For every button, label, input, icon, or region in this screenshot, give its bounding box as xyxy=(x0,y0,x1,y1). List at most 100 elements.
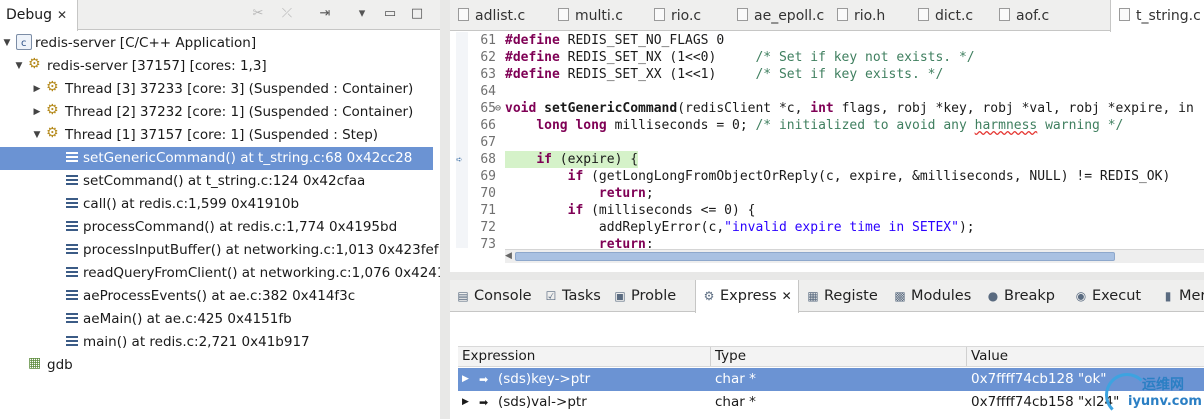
expand-toggle-icon[interactable]: ▶ xyxy=(462,368,469,391)
code-text: addReplyError(c,"invalid expire time in … xyxy=(505,220,975,235)
stack-frame-item[interactable]: setCommand() at t_string.c:124 0x42cfaa xyxy=(0,170,433,193)
column-expression[interactable]: Expression xyxy=(458,347,711,366)
editor-tab[interactable]: t_string.c xyxy=(1110,0,1204,32)
tab-express[interactable]: ⚙ Express ✕ xyxy=(695,280,799,313)
minimize-icon[interactable]: ▭ xyxy=(380,6,400,24)
expand-toggle-icon[interactable]: ▼ xyxy=(30,124,44,147)
stack-frame-item[interactable]: readQueryFromClient() at networking.c:1,… xyxy=(0,262,440,285)
tree-item[interactable]: ▶ Thread [2] 37232 [core: 1] (Suspended :… xyxy=(0,99,433,124)
horizontal-scrollbar[interactable]: ◀ xyxy=(505,249,1204,263)
tree-item-label: processCommand() at redis.c:1,774 0x4195… xyxy=(83,219,398,235)
tab-breakp[interactable]: ● Breakp xyxy=(980,280,1061,312)
code-line[interactable]: 73 return; xyxy=(450,236,1204,248)
editor-tab[interactable]: multi.c xyxy=(550,0,629,31)
tree-item[interactable]: ▶ Thread [3] 37233 [core: 3] (Suspended :… xyxy=(0,76,433,101)
tab-registe[interactable]: ▦ Registe xyxy=(800,280,884,312)
code-line[interactable]: 72 addReplyError(c,"invalid expire time … xyxy=(450,219,1204,236)
view-sash[interactable] xyxy=(440,0,450,419)
code-line[interactable]: 71 if (milliseconds <= 0) { xyxy=(450,202,1204,219)
expand-toggle-icon[interactable]: ▶ xyxy=(30,78,44,101)
tree-item[interactable]: ▼ Thread [1] 37157 [core: 1] (Suspended :… xyxy=(0,122,433,147)
stack-frame-item[interactable]: main() at redis.c:2,721 0x41b917 xyxy=(0,331,433,354)
gdb-icon xyxy=(28,352,44,375)
current-line[interactable]: 68 if (expire) {➪ xyxy=(450,151,1204,168)
stack-frame-item[interactable]: call() at redis.c:1,599 0x41910b xyxy=(0,193,433,216)
stack-frame-item[interactable]: setGenericCommand() at t_string.c:68 0x4… xyxy=(0,147,433,170)
code-line[interactable]: 65 void setGenericCommand(redisClient *c,… xyxy=(450,100,1204,117)
expand-toggle-icon[interactable]: ▶ xyxy=(30,101,44,124)
expressions-header: Expression Type Value xyxy=(458,346,1204,367)
column-type[interactable]: Type xyxy=(711,347,967,366)
tab-tasks[interactable]: ☑ Tasks xyxy=(538,280,607,312)
step-into-icon[interactable]: ⇥ xyxy=(315,6,335,24)
variable-icon: ➡ xyxy=(479,373,489,386)
code-line[interactable]: 63 #define REDIS_SET_XX (1<<1) /* Set if … xyxy=(450,66,1204,83)
stack-frame-icon xyxy=(64,241,80,257)
line-number: 71 xyxy=(480,203,496,218)
code-text: long long milliseconds = 0; /* initializ… xyxy=(536,118,1124,133)
code-line[interactable]: 69 if (getLongLongFromObjectOrReply(c, e… xyxy=(450,168,1204,185)
tree-item-process[interactable]: ▼ redis-server [37157] [cores: 1,3] xyxy=(0,53,433,78)
variable-icon: ➡ xyxy=(479,396,489,409)
stack-frame-item[interactable]: processInputBuffer() at networking.c:1,0… xyxy=(0,239,439,262)
tree-item-label: call() at redis.c:1,599 0x41910b xyxy=(83,196,300,212)
memory-icon: ▮ xyxy=(1164,289,1172,303)
expression-row[interactable]: ▶ ➡ (sds)val->ptr char * 0x7ffff74cb158 "xl2… xyxy=(458,391,1204,414)
code-line[interactable]: 64 xyxy=(450,83,1204,100)
line-number: 67 xyxy=(480,135,496,150)
code-text: return; xyxy=(598,237,654,248)
editor-tab[interactable]: ae_epoll.c xyxy=(729,0,830,31)
value-cell: 0x7ffff74cb128 "ok" xyxy=(971,371,1107,387)
tree-item-label: main() at redis.c:2,721 0x41b917 xyxy=(83,334,310,350)
code-line[interactable]: 70 return; xyxy=(450,185,1204,202)
maximize-icon[interactable]: □ xyxy=(407,6,427,24)
code-line[interactable]: 62 #define REDIS_SET_NX (1<<0) /* Set if … xyxy=(450,49,1204,66)
code-line[interactable]: 66 long long milliseconds = 0; /* initia… xyxy=(450,117,1204,134)
instruction-pointer-icon: ➪ xyxy=(456,153,463,166)
expand-toggle-icon[interactable]: ▼ xyxy=(0,32,14,55)
tab-label: Express xyxy=(720,288,777,304)
tab-console[interactable]: ▤ Console xyxy=(450,280,538,312)
tab-execut[interactable]: ◉ Execut xyxy=(1068,280,1147,312)
code-area[interactable]: 61 #define REDIS_SET_NO_FLAGS 0 62 #define … xyxy=(450,32,1204,248)
editor-tab[interactable]: aof.c xyxy=(991,0,1055,31)
code-line[interactable]: 67 xyxy=(450,134,1204,151)
expand-toggle-icon[interactable]: ▶ xyxy=(462,391,469,414)
executables-icon: ◉ xyxy=(1075,289,1087,303)
fold-icon[interactable]: ⊖ xyxy=(495,100,501,117)
stack-frame-item[interactable]: processCommand() at redis.c:1,774 0x4195… xyxy=(0,216,433,239)
disconnect-icon[interactable]: ✂ xyxy=(248,6,268,24)
scroll-left-icon[interactable]: ◀ xyxy=(505,251,515,261)
c-file-icon xyxy=(837,8,848,21)
editor-tab[interactable]: rio.h xyxy=(829,0,891,31)
tab-proble[interactable]: ▣ Proble xyxy=(607,280,682,312)
tree-item-process[interactable]: ▼ redis-server [C/C++ Application] xyxy=(0,32,433,55)
tree-item[interactable]: gdb xyxy=(0,352,433,377)
stack-frame-item[interactable]: aeProcessEvents() at ae.c:382 0x414f3c xyxy=(0,285,433,308)
close-icon[interactable]: ✕ xyxy=(57,8,67,22)
terminate-icon[interactable]: ⤫ xyxy=(277,6,297,24)
editor-tab[interactable]: dict.c xyxy=(910,0,979,31)
scrollbar-thumb[interactable] xyxy=(515,252,1115,261)
code-text: return; xyxy=(598,186,654,201)
expression-row[interactable]: ▶ ➡ (sds)key->ptr char * 0x7ffff74cb128 "ok" xyxy=(458,368,1204,391)
editor-tab[interactable]: adlist.c xyxy=(450,0,531,31)
tab-mer[interactable]: ▮ Mer xyxy=(1155,280,1204,312)
tasks-icon: ☑ xyxy=(545,289,557,303)
view-menu-icon[interactable]: ▾ xyxy=(352,6,372,24)
tree-item-label: gdb xyxy=(47,357,73,373)
column-value[interactable]: Value xyxy=(967,347,1204,366)
editor-tab[interactable]: rio.c xyxy=(646,0,707,31)
close-icon[interactable]: ✕ xyxy=(782,289,792,303)
project-icon xyxy=(16,32,32,55)
tab-modules[interactable]: ▩ Modules xyxy=(887,280,977,312)
code-line[interactable]: 61 #define REDIS_SET_NO_FLAGS 0 xyxy=(450,32,1204,49)
tab-label: Proble xyxy=(631,288,677,304)
c-file-icon xyxy=(558,8,569,21)
line-number: 63 xyxy=(480,67,496,82)
line-number: 62 xyxy=(480,50,496,65)
expand-toggle-icon[interactable]: ▼ xyxy=(12,55,26,78)
tab-debug[interactable]: Debug ✕ xyxy=(0,0,79,31)
stack-frame-item[interactable]: aeMain() at ae.c:425 0x4151fb xyxy=(0,308,433,331)
stack-frame-icon xyxy=(64,287,80,303)
